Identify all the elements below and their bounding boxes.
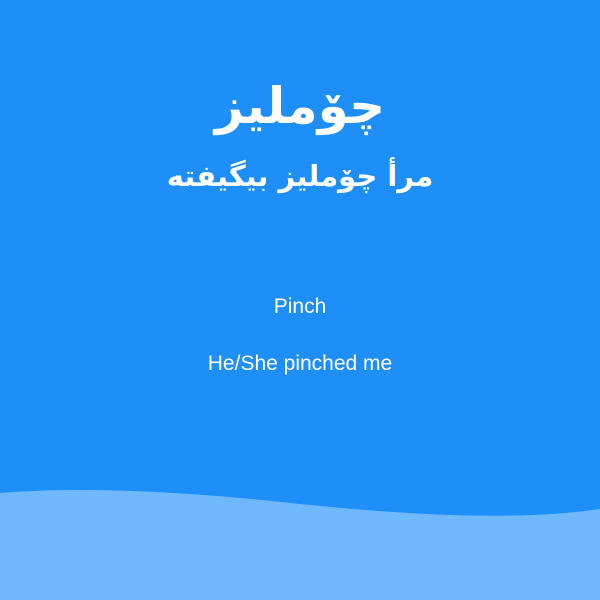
sentence-translation: He/She pinched me [207,352,393,375]
word-translation: Pinch [273,295,327,318]
flashcard: چۆملیز مرأ چۆملیز بیگیفته Pinch He/She p… [0,0,600,600]
example-sentence: مرأ چۆملیز بیگیفته [166,159,434,193]
vocabulary-word: چۆملیز [214,77,386,135]
